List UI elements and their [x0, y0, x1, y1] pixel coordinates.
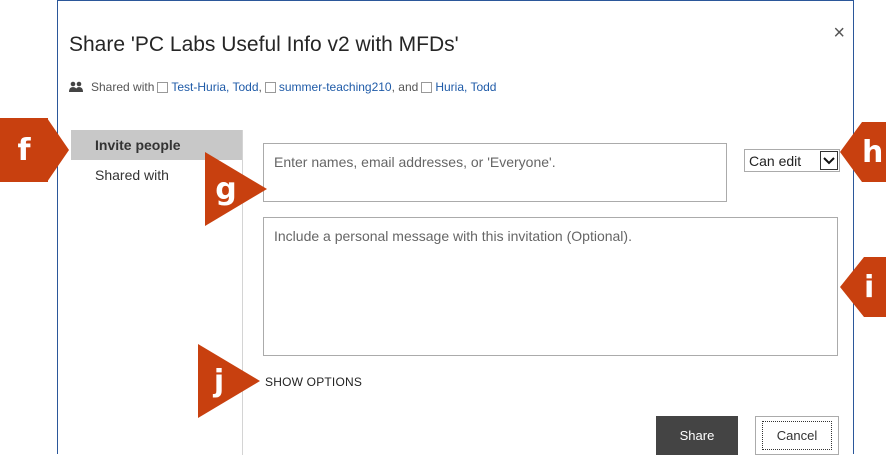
shared-user-link-3[interactable]: Huria, Todd	[435, 80, 496, 94]
cancel-button[interactable]: Cancel	[755, 416, 839, 455]
user-checkbox-icon	[264, 81, 276, 93]
callout-i-label: i	[864, 269, 875, 305]
user-checkbox-icon	[157, 81, 169, 93]
show-options-link[interactable]: SHOW OPTIONS	[265, 375, 362, 389]
names-input[interactable]: Enter names, email addresses, or 'Everyo…	[263, 143, 727, 202]
chevron-down-icon[interactable]	[820, 151, 838, 170]
callout-h-label: h	[862, 134, 884, 170]
message-input[interactable]: Include a personal message with this inv…	[263, 217, 838, 356]
close-icon[interactable]: ×	[833, 23, 845, 43]
people-icon	[69, 81, 83, 92]
dialog-title: Share 'PC Labs Useful Info v2 with MFDs'	[69, 33, 459, 56]
separator: ,	[258, 80, 262, 94]
callout-f-label: f	[0, 118, 48, 182]
share-button[interactable]: Share	[656, 416, 738, 455]
user-checkbox-icon	[421, 81, 433, 93]
cancel-button-label: Cancel	[761, 421, 833, 450]
shared-user-link-2[interactable]: summer-teaching210	[279, 80, 392, 94]
share-dialog: Share 'PC Labs Useful Info v2 with MFDs'…	[57, 0, 854, 455]
permission-value: Can edit	[749, 152, 802, 169]
callout-g-label: g	[215, 171, 237, 207]
permission-select[interactable]: Can edit	[744, 149, 840, 172]
shared-with-label: Shared with	[91, 80, 155, 94]
shared-user-link-1[interactable]: Test-Huria, Todd	[171, 80, 258, 94]
callout-j-label: j	[213, 363, 225, 399]
callout-arrow-icon	[47, 118, 69, 182]
separator: , and	[391, 80, 419, 94]
shared-with-summary: Shared with Test-Huria, Todd, summer-tea…	[69, 80, 496, 94]
